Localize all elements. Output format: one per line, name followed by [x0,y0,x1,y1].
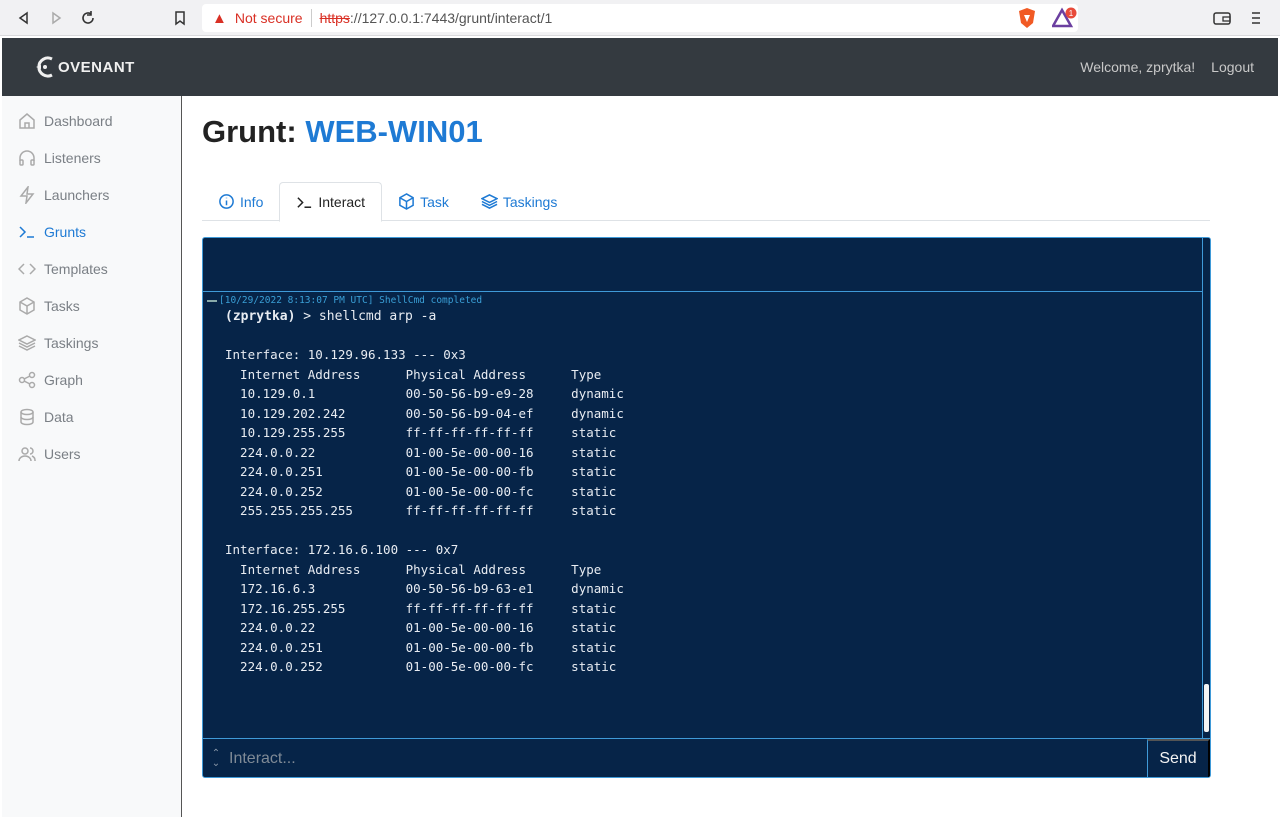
database-icon [20,408,34,425]
sidebar-item-users[interactable]: Users [2,435,181,472]
address-bar[interactable]: ▲ Not secure https ://127.0.0.1:7443/gru… [202,4,1078,32]
scrollbar-thumb[interactable] [1204,684,1209,732]
command-text: > shellcmd arp -a [295,309,437,324]
tab-label: Task [420,193,449,210]
tab-label: Interact [318,194,366,210]
terminal-output: [10/29/2022 8:13:07 PM UTC] ShellCmd com… [203,293,1203,738]
logo-text: OVENANT [58,58,135,76]
sidebar-item-data[interactable]: Data [2,398,181,435]
tab-bar: Info Interact Task Taskings [202,182,1210,222]
tasking-meta[interactable]: [10/29/2022 8:13:07 PM UTC] ShellCmd com… [203,294,1203,307]
sidebar-item-label: Data [44,408,74,425]
box-icon [399,193,414,210]
title-prefix: Grunt: [202,114,297,149]
sidebar-item-label: Dashboard [44,112,113,129]
home-icon [19,112,35,129]
url-path: ://127.0.0.1:7443/grunt/interact/1 [349,10,553,26]
sidebar-item-label: Users [44,445,81,462]
sidebar-item-grunts[interactable]: Grunts [2,213,181,250]
sidebar-item-label: Graph [44,371,83,388]
tasking-status: [10/29/2022 8:13:07 PM UTC] ShellCmd com… [219,295,483,306]
sidebar-item-label: Listeners [44,149,101,166]
sidebar-item-launchers[interactable]: Launchers [2,176,181,213]
layers-icon [480,194,498,209]
sidebar-item-graph[interactable]: Graph [2,361,181,398]
grunt-name: WEB-WIN01 [305,114,483,149]
tab-taskings[interactable]: Taskings [465,182,573,221]
sidebar-item-label: Launchers [44,186,110,203]
sidebar-item-taskings[interactable]: Taskings [2,324,181,361]
box-icon [19,296,35,315]
terminal-scrollbar[interactable] [1202,238,1210,738]
headphones-icon [19,149,35,166]
sidebar: Dashboard Listeners Launchers Grunts Tem… [2,96,182,817]
warning-icon: ▲ [212,9,227,27]
sidebar-item-listeners[interactable]: Listeners [2,139,181,176]
layers-icon [18,334,36,351]
browser-toolbar: ▲ Not secure https ://127.0.0.1:7443/gru… [0,0,1280,36]
menu-icon[interactable] [1250,10,1262,31]
wallet-icon[interactable] [1213,10,1231,31]
security-label[interactable]: Not secure [235,10,303,26]
tab-label: Taskings [502,193,558,210]
url-scheme: https [319,10,350,26]
code-icon [18,262,36,275]
tab-info[interactable]: Info [202,182,279,221]
divider [310,9,312,27]
main-content: Grunt: WEB-WIN01 Info Interact Task Task… [202,96,1212,222]
rewards-icon[interactable]: 1 [1050,7,1078,34]
app-header: OVENANT Welcome, zprytka! Logout [2,38,1278,96]
sidebar-item-label: Grunts [44,223,87,240]
back-icon[interactable] [14,8,34,28]
sidebar-item-label: Templates [44,260,108,277]
forward-icon[interactable] [46,8,66,28]
bookmark-icon[interactable] [170,8,190,28]
sidebar-item-label: Tasks [44,297,80,314]
sidebar-item-templates[interactable]: Templates [2,250,181,287]
logout-link[interactable]: Logout [1211,59,1254,75]
history-stepper-icon[interactable]: ⌃ ⌄ [203,748,229,769]
command-output: Interface: 10.129.96.133 --- 0x3 Interne… [225,347,624,674]
sidebar-item-dashboard[interactable]: Dashboard [2,102,181,139]
terminal-icon [297,196,312,208]
sidebar-item-tasks[interactable]: Tasks [2,287,181,324]
interact-input-row: ⌃⌄ Send [203,738,1210,777]
tab-task[interactable]: Task [382,182,465,221]
command-line: (zprytka) > shellcmd arp -a [203,307,1203,326]
sidebar-item-label: Taskings [44,334,99,351]
users-icon [18,446,36,461]
brave-shield-icon[interactable] [1017,7,1037,34]
covenant-logo-icon [36,56,53,78]
send-button[interactable]: Send [1147,738,1210,777]
interact-input[interactable] [229,749,1147,768]
reload-icon[interactable] [78,8,98,28]
info-icon [219,194,234,209]
command-user: (zprytka) [225,309,296,324]
interact-terminal: [10/29/2022 8:13:07 PM UTC] ShellCmd com… [202,237,1211,778]
collapse-icon[interactable] [207,299,217,302]
welcome-text: Welcome, zprytka! [1080,59,1196,75]
tab-interact[interactable]: Interact [279,182,383,222]
svg-text:1: 1 [1069,9,1074,18]
tab-label: Info [240,193,264,210]
share-icon [18,371,36,388]
terminal-header-area [203,238,1210,292]
page-title: Grunt: WEB-WIN01 [202,114,1212,150]
terminal-icon [19,225,34,238]
lightning-icon [19,185,35,204]
covenant-logo[interactable]: OVENANT [34,54,135,80]
